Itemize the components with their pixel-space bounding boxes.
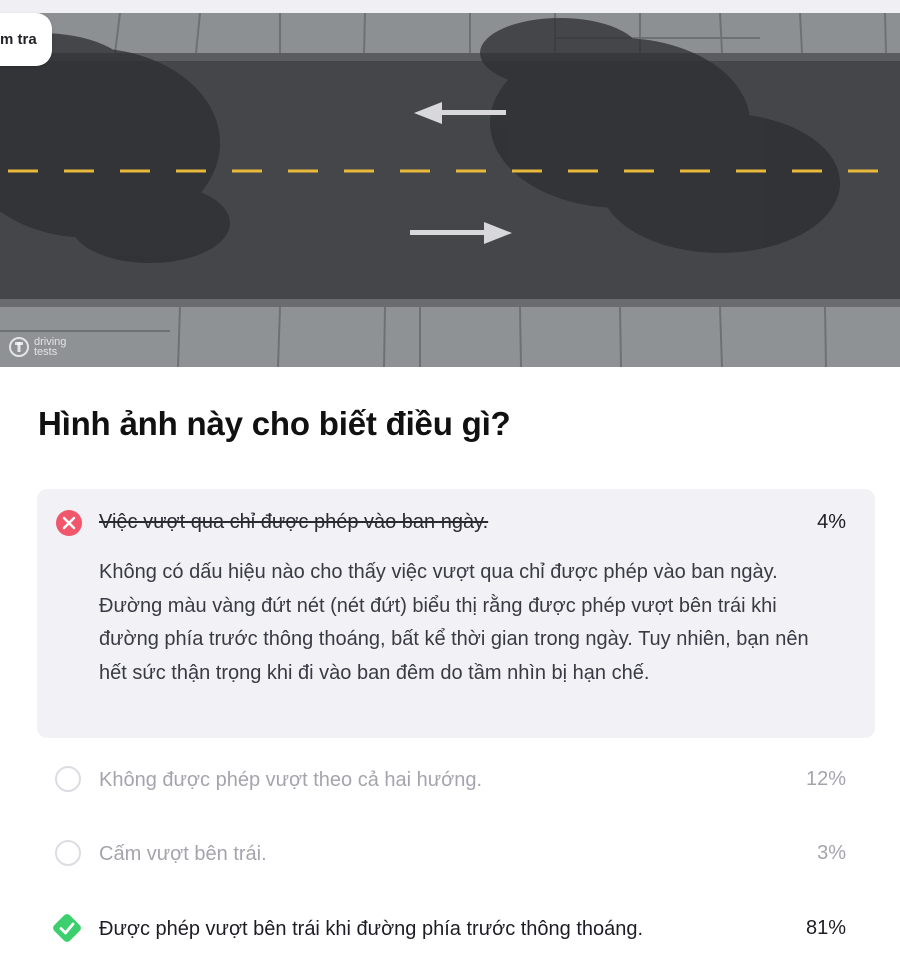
tab-label: m tra	[0, 31, 37, 48]
question-illustration	[0, 13, 900, 367]
answer-option-2[interactable]: Không được phép vượt theo cả hai hướng. …	[0, 760, 900, 800]
option-percent: 12%	[805, 768, 846, 790]
top-strip	[0, 0, 900, 13]
answer-option-3[interactable]: Cấm vượt bên trái. 3%	[0, 834, 900, 874]
question-title: Hình ảnh này cho biết điều gì?	[38, 405, 511, 442]
option-label: Không được phép vượt theo cả hai hướng.	[99, 769, 483, 791]
x-circle-icon	[55, 509, 83, 537]
road-image	[0, 13, 900, 367]
watermark: driving tests	[8, 336, 66, 358]
option-label: Cấm vượt bên trái.	[99, 843, 267, 865]
tab-pill[interactable]: m tra	[0, 13, 52, 66]
answer-explanation: Không có dấu hiệu nào cho thấy việc vượt…	[99, 561, 809, 684]
check-diamond-icon	[50, 911, 84, 945]
radio-empty-icon	[55, 840, 83, 868]
answer-option-4[interactable]: Được phép vượt bên trái khi đường phía t…	[0, 908, 900, 948]
option-percent: 3%	[817, 842, 846, 864]
answer-option-1[interactable]: Việc vượt qua chỉ được phép vào ban ngày…	[0, 502, 900, 542]
option-label: Được phép vượt bên trái khi đường phía t…	[99, 918, 644, 940]
option-percent: 4%	[817, 511, 846, 533]
watermark-line2: tests	[34, 346, 58, 358]
option-percent: 81%	[805, 917, 846, 939]
brand-logo-icon	[9, 337, 29, 357]
option-label: Việc vượt qua chỉ được phép vào ban ngày…	[99, 511, 489, 533]
radio-empty-icon	[55, 766, 83, 794]
